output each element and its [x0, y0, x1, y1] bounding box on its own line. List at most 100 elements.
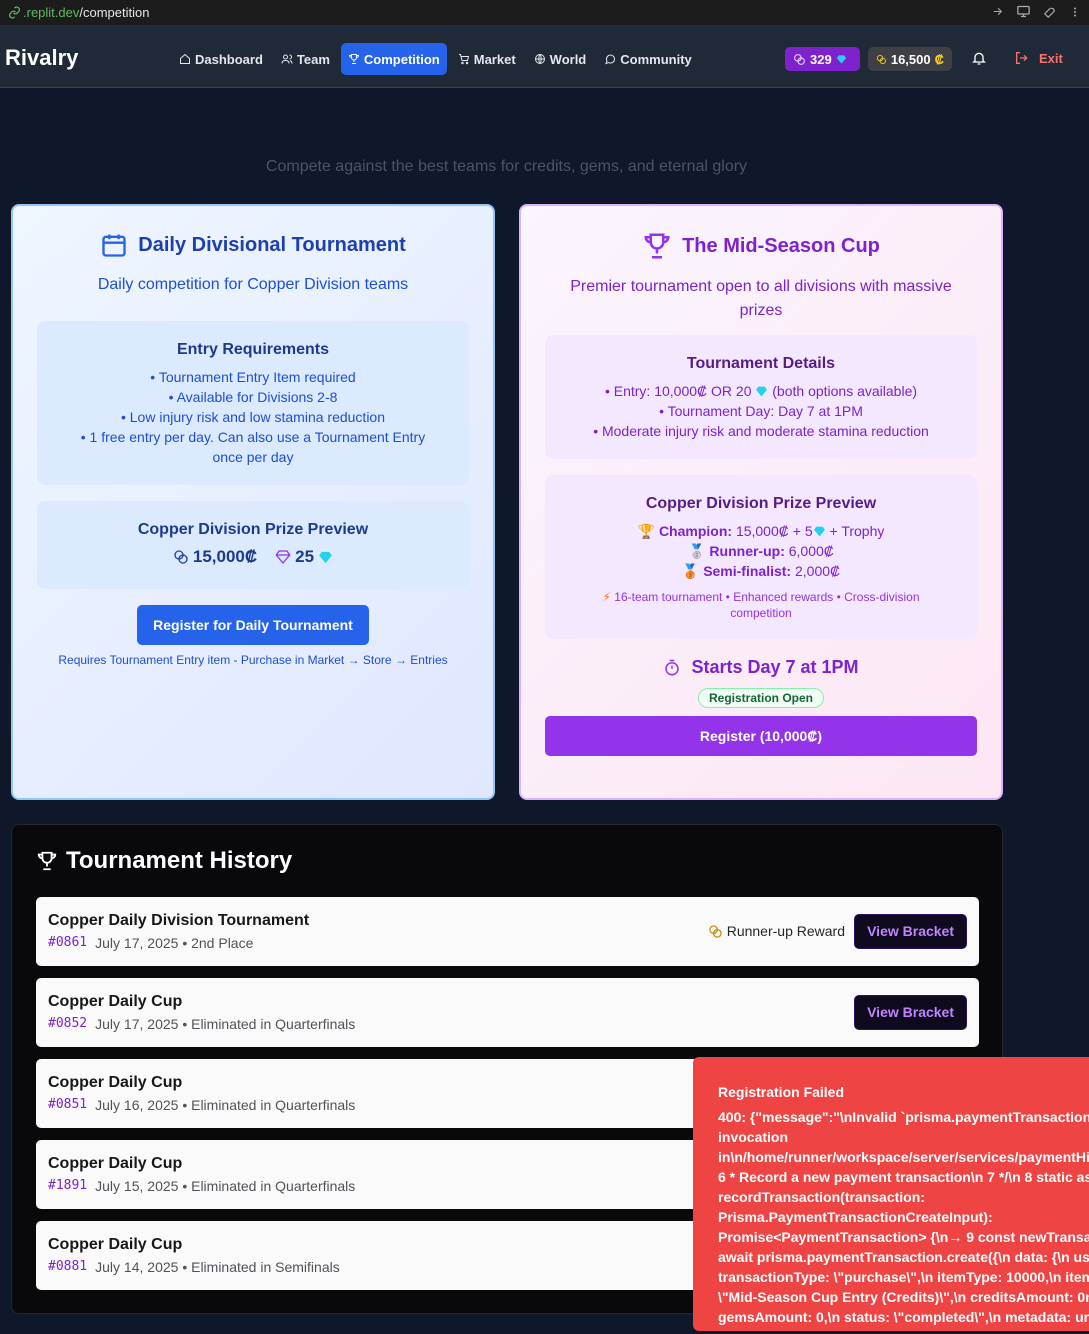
requirement-item: • 1 free entry per day. Can also use a T… [80, 429, 426, 465]
url-path: /competition [79, 5, 150, 20]
section-title: Tournament History [66, 847, 293, 874]
toast-title: Registration Failed [718, 1084, 845, 1100]
card-title: Daily Divisional Tournament [138, 233, 406, 256]
gems-balance[interactable]: 329 [785, 47, 860, 71]
requirement-item: • Tournament Entry Item required [150, 369, 356, 385]
register-daily-button[interactable]: Register for Daily Tournament [137, 605, 369, 645]
tab-world[interactable]: World [527, 43, 594, 75]
coins-icon [794, 53, 805, 65]
bell-icon[interactable] [971, 50, 987, 66]
brand-logo[interactable]: Rivalry [5, 45, 78, 71]
register-cup-button[interactable]: Register (10,000₡) [545, 716, 977, 756]
row-detail: July 16, 2025 • Eliminated in Quarterfin… [95, 1097, 356, 1113]
row-title: Copper Daily Cup [48, 993, 183, 1010]
trophy-icon [348, 54, 359, 64]
runner-up-prize: 🥈 Runner-up: 6,000₡ [688, 543, 834, 559]
tab-label: Dashboard [195, 51, 263, 67]
tab-market[interactable]: Market [451, 43, 523, 75]
row-id: #1891 [48, 1178, 88, 1193]
trophy-icon [644, 233, 670, 259]
card-description: Premier tournament open to all divisions… [570, 278, 952, 319]
row-detail: July 15, 2025 • Eliminated in Quarterfin… [95, 1178, 356, 1194]
row-title: Copper Daily Cup [48, 1074, 183, 1091]
calendar-icon [102, 234, 126, 257]
gems-count: 329 [810, 51, 832, 67]
tab-label: World [549, 51, 587, 67]
semifinalist-prize: 🥉 Semi-finalist: 2,000₡ [681, 563, 841, 579]
address-bar[interactable]: .replit.dev/competition [0, 0, 1089, 26]
nav-tabs: Dashboard Team Competition Market World … [172, 43, 699, 75]
view-bracket-button[interactable]: View Bracket [854, 914, 967, 949]
entry-requirements: Entry Requirements • Tournament Entry It… [37, 321, 469, 485]
wrench-icon[interactable] [1043, 5, 1057, 19]
more-icon[interactable] [1069, 5, 1081, 19]
row-id: #0861 [48, 935, 88, 950]
card-title: The Mid-Season Cup [682, 234, 880, 257]
tournament-details: Tournament Details • Entry: 10,000₡ OR 2… [545, 335, 977, 459]
status-badge: Registration Open [697, 688, 824, 708]
view-bracket-button[interactable]: View Bracket [854, 995, 967, 1030]
row-detail: July 14, 2025 • Eliminated in Semifinals [95, 1259, 340, 1275]
users-icon [281, 54, 293, 64]
box-title: Copper Division Prize Preview [645, 495, 877, 512]
logout-icon [1016, 52, 1028, 64]
exit-label: Exit [1039, 50, 1063, 66]
page-subtitle: Compete against the best teams for credi… [265, 158, 748, 175]
detail-item: • Moderate injury risk and moderate stam… [593, 423, 929, 439]
link-icon [9, 6, 20, 19]
requirement-item: • Low injury risk and low stamina reduct… [120, 409, 386, 425]
monitor-icon[interactable] [1016, 4, 1031, 19]
daily-tournament-card: Daily Divisional Tournament Daily compet… [11, 204, 495, 800]
toast-message: 400: {"message":"\nInvalid `prisma.payme… [718, 1109, 1089, 1331]
prize-preview: Copper Division Prize Preview 15,000₡ 25 [37, 501, 469, 589]
row-title: Copper Daily Division Tournament [48, 912, 310, 929]
gem-icon [813, 526, 825, 537]
tab-dashboard[interactable]: Dashboard [172, 43, 270, 75]
box-title: Copper Division Prize Preview [137, 521, 369, 538]
detail-item: • Entry: 10,000₡ OR 20 (both options ava… [604, 383, 918, 399]
prize-preview: Copper Division Prize Preview 🏆 Champion… [545, 475, 977, 639]
row-id: #0851 [48, 1097, 88, 1112]
error-toast[interactable]: Registration Failed 400: {"message":"\nI… [693, 1057, 1089, 1331]
card-description: Daily competition for Copper Division te… [97, 276, 409, 293]
credits-symbol: ₡ [934, 51, 944, 67]
coins-icon [174, 550, 188, 564]
timer-icon [665, 659, 680, 675]
prize-gems: 25 [295, 547, 315, 566]
row-title: Copper Daily Cup [48, 1155, 183, 1172]
credits-balance[interactable]: 16,500 ₡ [868, 47, 952, 71]
coins-icon [876, 54, 886, 64]
trophy-icon [37, 851, 57, 871]
detail-item: • Tournament Day: Day 7 at 1PM [659, 403, 863, 419]
start-time: Starts Day 7 at 1PM [521, 657, 1001, 678]
lightning-icon: ⚡ [602, 590, 611, 604]
top-nav: Rivalry Dashboard Team Competition Marke… [0, 26, 1089, 88]
tab-label: Market [473, 51, 516, 67]
tab-team[interactable]: Team [274, 43, 337, 75]
mid-season-cup-card: The Mid-Season Cup Premier tournament op… [519, 204, 1003, 800]
credits-count: 16,500 [890, 51, 931, 67]
exit-button[interactable]: Exit [1014, 50, 1063, 66]
history-row: Copper Daily Division Tournament #0861 Ju… [36, 897, 979, 966]
arrow-right-icon[interactable] [991, 5, 1004, 18]
row-id: #0852 [48, 1016, 88, 1031]
box-title: Tournament Details [686, 355, 836, 372]
home-icon [180, 53, 190, 64]
tab-competition[interactable]: Competition [340, 43, 447, 75]
champion-prize: 🏆 Champion: 15,000₡ + 5 + Trophy [637, 523, 885, 539]
gem-icon [756, 386, 768, 397]
gem-icon [319, 551, 332, 563]
row-title: Copper Daily Cup [48, 1236, 183, 1253]
globe-icon [534, 54, 545, 64]
cup-note: ⚡ 16-team tournament • Enhanced rewards … [602, 590, 920, 620]
gem-outline-icon [275, 550, 291, 565]
history-row: Copper Daily Cup #0852 July 17, 2025 • El… [36, 978, 979, 1047]
entry-note: Requires Tournament Entry item - Purchas… [58, 653, 448, 667]
row-detail: July 17, 2025 • Eliminated in Quarterfin… [95, 1016, 356, 1032]
tab-community[interactable]: Community [597, 43, 699, 75]
reward-label: Runner-up Reward [708, 923, 845, 939]
row-detail: July 17, 2025 • 2nd Place [95, 935, 254, 951]
gem-icon [836, 54, 846, 64]
box-title: Entry Requirements [176, 341, 330, 358]
tab-label: Community [620, 51, 692, 67]
